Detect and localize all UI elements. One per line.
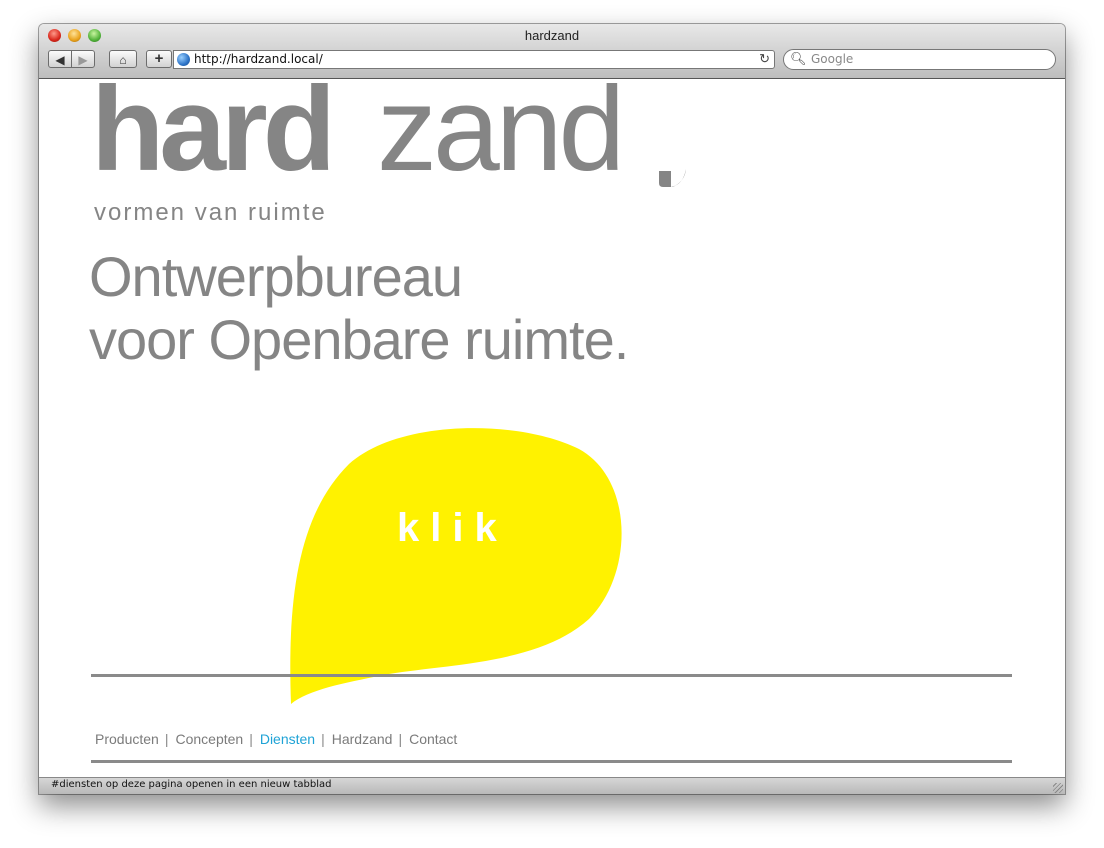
home-icon: ⌂: [119, 53, 127, 67]
nav-link-producten[interactable]: Producten: [95, 731, 165, 747]
forward-arrow-icon: ▶: [78, 53, 88, 67]
search-icon[interactable]: 🔍︎: [790, 51, 807, 67]
plus-icon: +: [154, 50, 164, 67]
search-field[interactable]: 🔍︎ Google: [783, 49, 1056, 70]
window-title: hardzand: [524, 28, 580, 43]
search-placeholder: Google: [811, 52, 854, 66]
nav-link-concepten[interactable]: Concepten: [175, 731, 249, 747]
page-headline-line1: Ontwerpbureau: [89, 245, 463, 308]
browser-toolbar: hardzand ◀ ▶ ⌂ + http://hardzand.local/ …: [39, 24, 1065, 79]
resize-grip-icon[interactable]: [1053, 783, 1063, 793]
nav-link-diensten[interactable]: Diensten: [260, 731, 321, 747]
status-bar: #diensten op deze pagina openen in een n…: [39, 777, 1065, 794]
address-bar[interactable]: http://hardzand.local/ ↻: [173, 50, 775, 69]
nav-separator: |: [321, 731, 325, 747]
nav-separator: |: [398, 731, 403, 747]
forward-button[interactable]: ▶: [71, 50, 95, 68]
back-button[interactable]: ◀: [48, 50, 72, 68]
nav-separator: |: [249, 731, 253, 747]
klik-button[interactable]: klik: [397, 506, 508, 551]
back-arrow-icon: ◀: [55, 53, 65, 67]
status-text: #diensten op deze pagina openen in een n…: [51, 779, 332, 790]
page-content: hard zand vormen van ruimte Ontwerpburea…: [39, 79, 1065, 777]
logo-hard-text[interactable]: hard: [91, 79, 336, 189]
nav-link-hardzand[interactable]: Hardzand: [332, 731, 399, 747]
add-bookmark-button[interactable]: +: [146, 50, 172, 68]
browser-window: hardzand ◀ ▶ ⌂ + http://hardzand.local/ …: [39, 24, 1065, 794]
nav-separator: |: [164, 731, 169, 747]
url-text[interactable]: http://hardzand.local/: [194, 52, 323, 66]
yellow-speech-bubble[interactable]: [289, 424, 624, 709]
top-divider: [91, 674, 1012, 677]
logo-tagline: vormen van ruimte: [94, 199, 327, 226]
footer-navigation: Producten | Concepten | Diensten | Hardz…: [95, 731, 463, 747]
home-button[interactable]: ⌂: [109, 50, 137, 68]
logo-zand-text[interactable]: zand: [377, 79, 625, 189]
nav-link-contact[interactable]: Contact: [409, 731, 463, 747]
reload-icon[interactable]: ↻: [759, 51, 770, 67]
page-headline-line2: voor Openbare ruimte.: [89, 308, 629, 371]
globe-icon: [177, 53, 190, 66]
bottom-divider: [91, 760, 1012, 763]
logo-dot-icon: [659, 169, 686, 187]
